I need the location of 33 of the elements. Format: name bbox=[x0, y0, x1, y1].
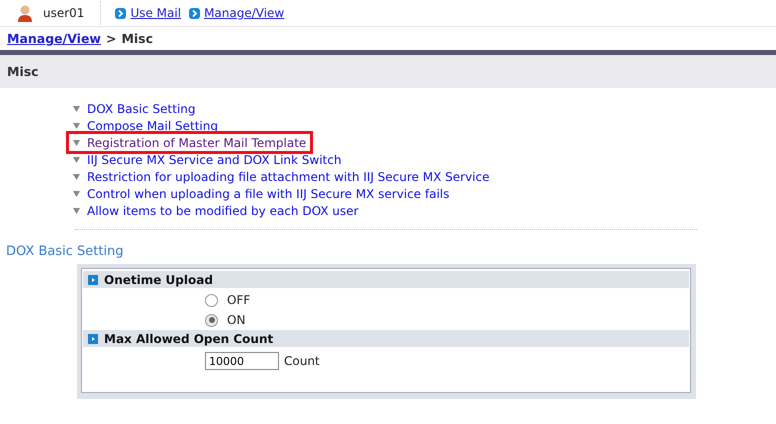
radio-label: OFF bbox=[227, 293, 250, 307]
bullet-icon bbox=[73, 174, 80, 180]
section-title: DOX Basic Setting bbox=[6, 244, 125, 261]
menu-link[interactable]: Control when uploading a file with IIJ Secure MX service fails bbox=[87, 186, 450, 200]
header-link[interactable]: Manage/View bbox=[204, 6, 284, 20]
setting-title: Max Allowed Open Count bbox=[104, 332, 274, 346]
chevron-icon bbox=[189, 8, 200, 18]
unit-label: Count bbox=[284, 354, 320, 368]
menu-link[interactable]: Compose Mail Setting bbox=[87, 118, 218, 132]
header-link[interactable]: Use Mail bbox=[130, 6, 182, 20]
user-name: user01 bbox=[43, 6, 84, 20]
bullet-icon bbox=[73, 122, 80, 128]
menu-link[interactable]: IIJ Secure MX Service and DOX Link Switch bbox=[87, 152, 342, 166]
radio-label: ON bbox=[227, 313, 246, 327]
setting-title: Onetime Upload bbox=[104, 272, 213, 286]
radio-button[interactable] bbox=[205, 314, 218, 326]
bullet-icon bbox=[73, 156, 80, 162]
breadcrumb-current: Misc bbox=[121, 31, 154, 46]
breadcrumb-separator: > bbox=[106, 31, 116, 46]
bullet-icon bbox=[73, 208, 80, 214]
bullet-icon bbox=[73, 190, 80, 196]
menu-link[interactable]: Allow items to be modified by each DOX user bbox=[87, 204, 358, 218]
user-avatar-icon bbox=[17, 4, 33, 22]
menu-link[interactable]: DOX Basic Setting bbox=[87, 102, 196, 116]
chevron-icon bbox=[115, 8, 126, 18]
menu-link[interactable]: Restriction for uploading file attachment with IIJ Secure MX Service bbox=[87, 170, 490, 184]
page-title: Misc bbox=[7, 64, 39, 79]
count-input[interactable]: 10000 bbox=[205, 352, 279, 370]
bullet-icon bbox=[73, 140, 80, 146]
radio-button[interactable] bbox=[205, 294, 218, 306]
menu-link[interactable]: Registration of Master Mail Template bbox=[87, 136, 306, 150]
breadcrumb-link[interactable]: Manage/View bbox=[7, 31, 101, 46]
bullet-icon bbox=[73, 106, 80, 112]
